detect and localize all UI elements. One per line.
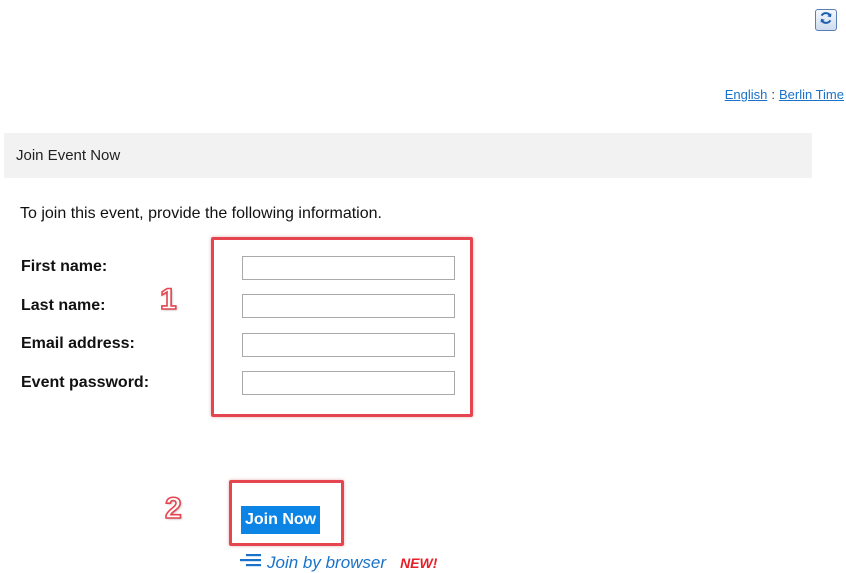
menu-lines-icon xyxy=(240,552,262,573)
join-event-page: English: Berlin Time Join Event Now To jo… xyxy=(0,0,846,573)
form-instructions: To join this event, provide the followin… xyxy=(20,205,382,222)
email-address-label: Email address: xyxy=(21,335,135,352)
last-name-label: Last name: xyxy=(21,297,106,314)
fields-highlight-box xyxy=(211,237,473,417)
new-badge: NEW! xyxy=(400,554,438,571)
refresh-button[interactable] xyxy=(815,9,837,31)
event-password-label: Event password: xyxy=(21,374,150,391)
join-by-browser-row: Join by browser NEW! xyxy=(240,552,437,573)
first-name-label: First name: xyxy=(21,258,108,275)
section-header: Join Event Now xyxy=(4,133,812,178)
step-1-marker: 1 xyxy=(159,282,177,317)
locale-links: English: Berlin Time xyxy=(725,87,844,102)
timezone-link[interactable]: Berlin Time xyxy=(779,87,844,102)
locale-separator: : xyxy=(771,87,775,102)
section-title: Join Event Now xyxy=(16,147,121,164)
language-link[interactable]: English xyxy=(725,87,768,102)
join-now-button[interactable]: Join Now xyxy=(241,506,321,534)
join-by-browser-link[interactable]: Join by browser xyxy=(267,553,386,573)
refresh-icon xyxy=(819,11,833,30)
step-2-marker: 2 xyxy=(164,491,182,526)
